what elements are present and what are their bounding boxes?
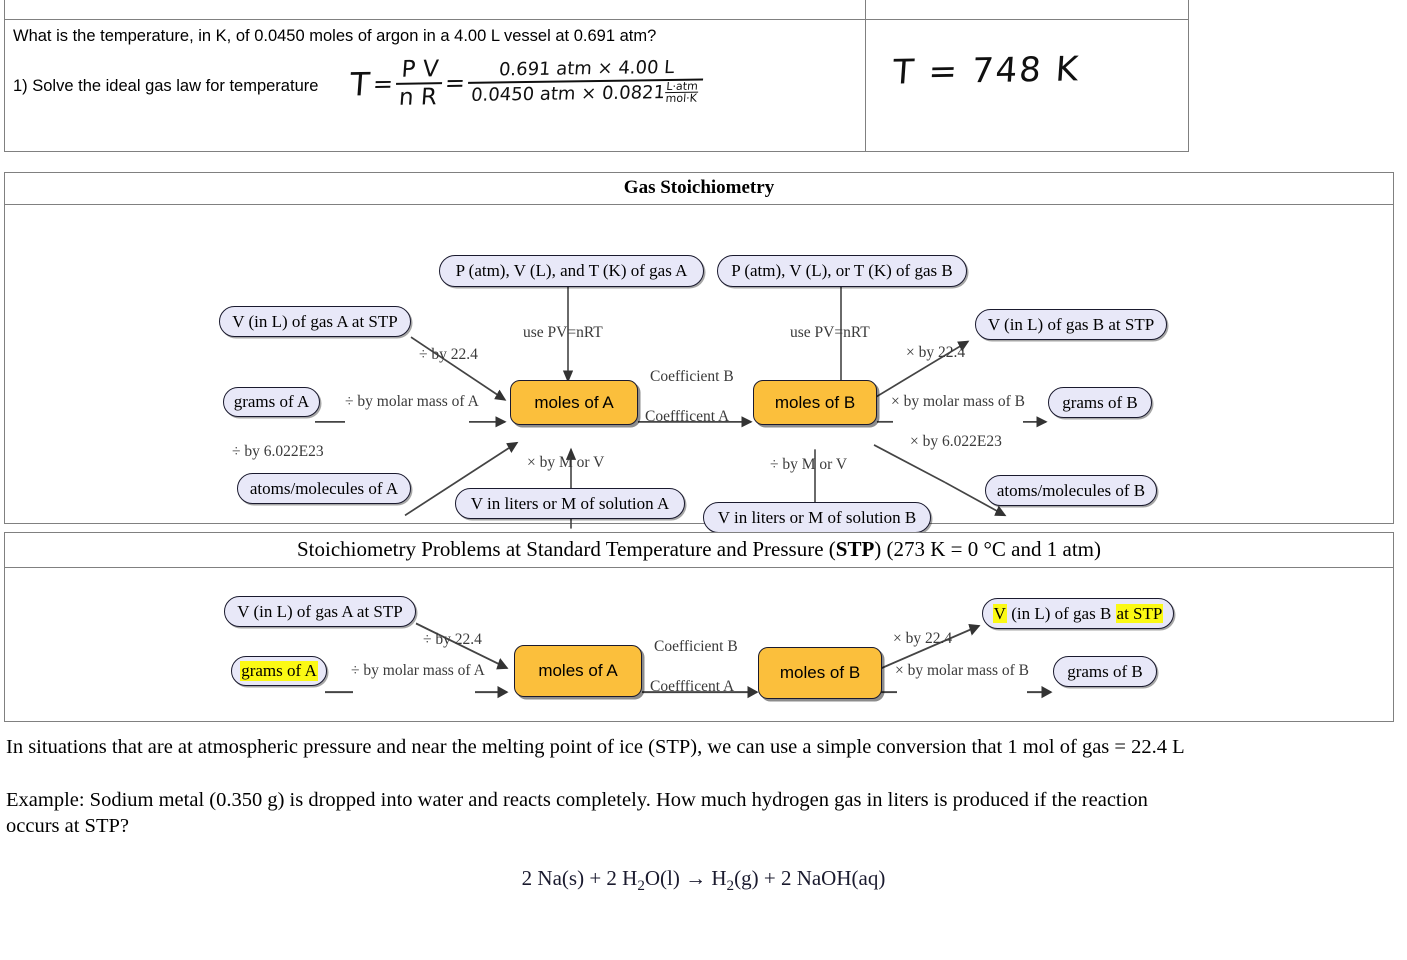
stp-node-moles-a-label: moles of A (538, 661, 618, 680)
values-numerator: 0.691 atm × 4.00 L (467, 56, 705, 84)
stp-diagram-connectors (325, 622, 1053, 699)
values-denominator: 0.0450 atm × 0.0821 L·atm mol·K (466, 79, 703, 107)
equation-subscript-2: 2 (726, 878, 735, 895)
stp-label-multiply-22-4: × by 22.4 (893, 630, 953, 647)
node-atoms-molecules-a[interactable]: atoms/molecules of A (237, 473, 411, 504)
stp-node-grams-b-label: grams of B (1067, 661, 1143, 681)
handwritten-equals-1: = (371, 70, 394, 99)
equation-subscript-1: 2 (637, 878, 645, 895)
gas-stoichiometry-title: Gas Stoichiometry (5, 173, 1393, 205)
node-grams-a-label: grams of A (233, 392, 310, 411)
stp-label-multiply-molar-mass-b: × by molar mass of B (895, 662, 1030, 679)
bottom-handwriting-area: 0.350 g Na×1 mol Na22.99 g Na×1 mol H₂2 … (0, 900, 1407, 960)
node-solution-a[interactable]: V in liters or M of solution A (455, 488, 685, 519)
node-atoms-molecules-b[interactable]: atoms/molecules of B (985, 475, 1157, 506)
label-coefficient-b-top: Coefficient B (650, 368, 734, 385)
stp-node-v-highlight-2: at STP (1115, 603, 1164, 623)
stp-node-v-middle: (in L) of gas B (1006, 603, 1116, 623)
example-problem-paragraph: Example: Sodium metal (0.350 g) is dropp… (6, 788, 1376, 839)
label-multiply-22-4-b: × by 22.4 (906, 344, 966, 361)
example-problem-line-1: Example: Sodium metal (0.350 g) is dropp… (6, 789, 1148, 811)
example-problem-line-2: occurs at STP? (6, 814, 129, 837)
stp-node-grams-a[interactable]: grams of A (231, 656, 327, 686)
node-atoms-molecules-b-label: atoms/molecules of B (996, 480, 1146, 500)
stp-conversion-paragraph: In situations that are at atmospheric pr… (6, 736, 1185, 758)
stp-node-grams-b[interactable]: grams of B (1053, 656, 1157, 687)
node-v-stp-gas-b-label: V (in L) of gas B at STP (987, 314, 1155, 334)
label-divide-m-or-v-b: ÷ by M or V (770, 456, 848, 473)
stp-label-coefficient-a: Coeffficent A (650, 678, 735, 695)
node-v-stp-gas-a-label: V (in L) of gas A at STP (232, 311, 398, 331)
stp-label-divide-22-4: ÷ by 22.4 (423, 631, 482, 648)
label-divide-molar-mass-a: ÷ by molar mass of A (345, 393, 479, 410)
node-pvt-gas-b[interactable]: P (atm), V (L), or T (K) of gas B (717, 255, 967, 287)
table-horizontal-divider (5, 19, 1188, 20)
node-solution-b-label: V in liters or M of solution B (717, 507, 917, 527)
equation-part-2: O(l) → H (644, 866, 727, 890)
label-use-pv-nrt-a: use PV=nRT (523, 324, 603, 341)
handwritten-equals-2: = (443, 69, 466, 98)
handwritten-temperature-answer: T = 748 K (891, 49, 1082, 93)
handwritten-values-fraction: 0.691 atm × 4.00 L 0.0450 atm × 0.0821 L·… (466, 56, 705, 107)
label-divide-avogadro-a: ÷ by 6.022E23 (232, 443, 324, 460)
node-pvt-gas-a-label: P (atm), V (L), and T (K) of gas A (455, 261, 688, 280)
label-use-pv-nrt-b: use PV=nRT (790, 324, 870, 341)
label-divide-22-4-a: ÷ by 22.4 (419, 346, 478, 363)
stp-diagram: V (in L) of gas A at STP grams of A mole… (5, 568, 1393, 756)
values-denominator-prefix: 0.0450 atm × 0.0821 (470, 81, 666, 106)
node-solution-b[interactable]: V in liters or M of solution B (703, 502, 931, 533)
equation-part-3: (g) + 2 NaOH(aq) (734, 866, 886, 890)
stp-node-v-stp-gas-b-label-group: V (in L) of gas B at STP (992, 603, 1164, 624)
equation-part-1: 2 Na(s) + 2 H (521, 866, 638, 890)
node-grams-b-label: grams of B (1062, 392, 1138, 412)
stp-title-suffix: ) (273 K = 0 °C and 1 atm) (874, 537, 1101, 561)
node-moles-b[interactable]: moles of B (753, 380, 877, 425)
node-moles-b-label: moles of B (774, 392, 856, 412)
stp-node-moles-a[interactable]: moles of A (514, 645, 642, 697)
node-v-stp-gas-b[interactable]: V (in L) of gas B at STP (975, 309, 1167, 340)
stp-node-moles-b-label: moles of B (779, 663, 861, 682)
handwritten-ideal-gas-work: T= P V n R = 0.691 atm × 4.00 L 0.0450 a… (348, 53, 705, 113)
stp-label-divide-molar-mass-a: ÷ by molar mass of A (351, 662, 485, 679)
node-grams-b[interactable]: grams of B (1048, 387, 1152, 418)
stp-node-v-stp-gas-b[interactable]: V (in L) of gas B at STP (982, 598, 1174, 629)
stp-node-v-stp-gas-a-label: V (in L) of gas A at STP (237, 601, 403, 621)
node-v-stp-gas-a[interactable]: V (in L) of gas A at STP (219, 306, 411, 337)
label-multiply-m-or-v-a: × by M or V (527, 454, 605, 471)
stp-node-grams-a-label: grams of A (240, 661, 318, 681)
problem-step-label: 1) Solve the ideal gas law for temperatu… (13, 77, 319, 95)
gas-constant-unit-denominator: mol·K (664, 91, 697, 105)
node-moles-a-label: moles of A (534, 392, 614, 412)
worksheet-page: V 6.00 L What is the temperature, in K, … (0, 0, 1407, 960)
label-multiply-avogadro-b: × by 6.022E23 (910, 433, 1002, 450)
table-vertical-divider (865, 0, 866, 151)
formula-numerator: P V (395, 56, 444, 86)
stp-label-coefficient-b: Coefficient B (654, 638, 738, 655)
gas-stoichiometry-section: Gas Stoichiometry P (atm), V (L), and T … (4, 172, 1394, 535)
handwritten-formula-fraction: P V n R (394, 56, 444, 112)
label-multiply-molar-mass-b: × by molar mass of B (891, 393, 1026, 410)
handwritten-variable-t: T (348, 65, 371, 104)
ideal-gas-problem-table: V 6.00 L What is the temperature, in K, … (4, 0, 1189, 152)
gas-stoichiometry-diagram: P (atm), V (L), and T (K) of gas A P (at… (5, 205, 1393, 555)
node-atoms-molecules-a-label: atoms/molecules of A (249, 478, 399, 498)
stp-title-bold: STP (835, 537, 875, 561)
node-grams-a[interactable]: grams of A (223, 387, 320, 417)
node-pvt-gas-a[interactable]: P (atm), V (L), and T (K) of gas A (439, 255, 704, 287)
formula-denominator: n R (397, 84, 438, 112)
label-coefficient-a-bottom: Coeffficent A (645, 408, 730, 425)
node-moles-a[interactable]: moles of A (510, 380, 638, 425)
balanced-chemical-equation: 2 Na(s) + 2 H2O(l) → H2(g) + 2 NaOH(aq) (0, 866, 1407, 895)
gas-constant-units: L·atm mol·K (664, 79, 699, 105)
stp-title-prefix: Stoichiometry Problems at Standard Tempe… (297, 537, 836, 561)
stp-section: Stoichiometry Problems at Standard Tempe… (4, 532, 1394, 722)
stp-section-title: Stoichiometry Problems at Standard Tempe… (5, 533, 1393, 568)
problem-question-text: What is the temperature, in K, of 0.0450… (13, 27, 657, 45)
node-solution-a-label: V in liters or M of solution A (470, 493, 670, 513)
stp-node-v-highlight-1: V (992, 603, 1007, 623)
node-pvt-gas-b-label: P (atm), V (L), or T (K) of gas B (731, 261, 953, 280)
stp-node-moles-b[interactable]: moles of B (758, 647, 882, 699)
stp-node-v-stp-gas-a[interactable]: V (in L) of gas A at STP (224, 596, 416, 627)
